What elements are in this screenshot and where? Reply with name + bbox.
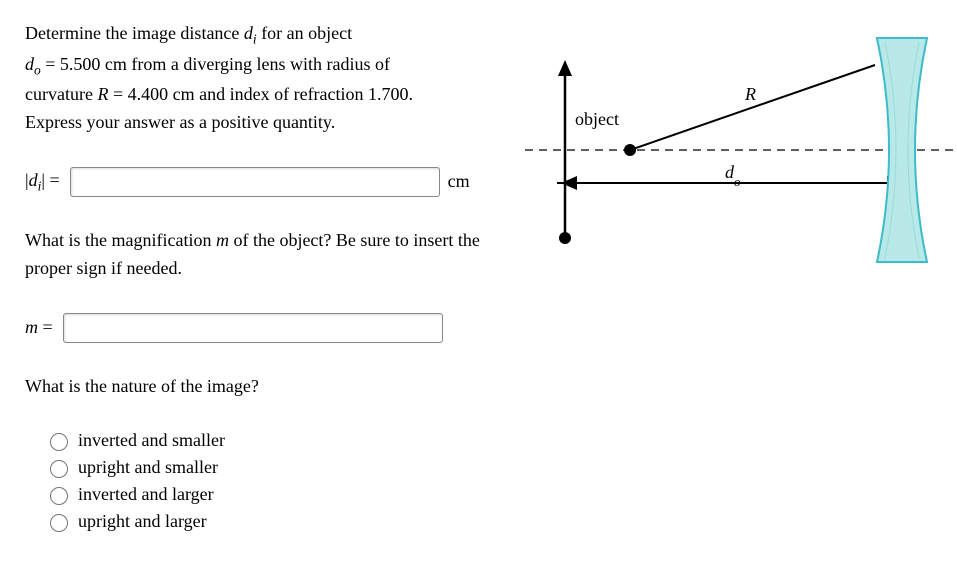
arrowhead-up-icon bbox=[558, 60, 572, 76]
t: curvature bbox=[25, 84, 97, 104]
radio-label: upright and smaller bbox=[78, 457, 218, 478]
lens-diagram: object R do bbox=[525, 20, 955, 310]
radio-label: upright and larger bbox=[78, 511, 207, 532]
t: o bbox=[34, 62, 41, 77]
radio-input[interactable] bbox=[50, 487, 68, 505]
q1-label: |di| = bbox=[25, 170, 60, 195]
q1-input[interactable] bbox=[70, 167, 440, 197]
q3-prompt: What is the nature of the image? bbox=[25, 373, 525, 401]
t: Determine the image distance bbox=[25, 23, 244, 43]
q3-option[interactable]: inverted and larger bbox=[45, 484, 525, 505]
q2-label: m = bbox=[25, 317, 53, 338]
radio-input[interactable] bbox=[50, 514, 68, 532]
q3-option[interactable]: upright and smaller bbox=[45, 457, 525, 478]
radio-label: inverted and smaller bbox=[78, 430, 225, 451]
do-label: do bbox=[725, 162, 741, 189]
arrowhead-left-icon bbox=[561, 176, 577, 190]
t: for an object bbox=[257, 23, 352, 43]
radio-label: inverted and larger bbox=[78, 484, 214, 505]
object-arrow-base bbox=[559, 232, 571, 244]
q2-prompt: What is the magnification m of the objec… bbox=[25, 227, 525, 283]
R-label: R bbox=[744, 84, 756, 104]
q3-option[interactable]: inverted and smaller bbox=[45, 430, 525, 451]
q2-input[interactable] bbox=[63, 313, 443, 343]
t: R bbox=[97, 84, 108, 104]
t: d bbox=[244, 23, 253, 43]
q3-option[interactable]: upright and larger bbox=[45, 511, 525, 532]
t: = 4.400 cm and index of refraction 1.700… bbox=[108, 84, 413, 104]
object-label: object bbox=[575, 109, 619, 129]
radio-input[interactable] bbox=[50, 433, 68, 451]
radius-line bbox=[630, 65, 875, 150]
t: Express your answer as a positive quanti… bbox=[25, 112, 335, 132]
t: = 5.500 cm from a diverging lens with ra… bbox=[41, 54, 390, 74]
q1-prompt: Determine the image distance di for an o… bbox=[25, 20, 525, 137]
q3-options: inverted and smaller upright and smaller… bbox=[25, 430, 525, 532]
q1-unit: cm bbox=[448, 171, 470, 192]
radio-input[interactable] bbox=[50, 460, 68, 478]
q2-answer-row: m = bbox=[25, 313, 525, 343]
t: d bbox=[25, 54, 34, 74]
q1-answer-row: |di| = cm bbox=[25, 167, 525, 197]
